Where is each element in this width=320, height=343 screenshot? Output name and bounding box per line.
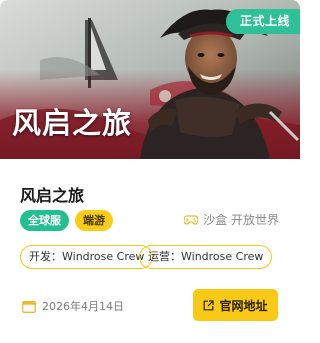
official-website-button[interactable]: 官网地址 (193, 289, 278, 321)
platform-tag: 端游 (75, 210, 113, 231)
developer-label: 开发：Windrose Crew (20, 245, 154, 269)
game-card[interactable]: 正式上线 风启之旅 风启之旅 全球服 端游 沙盒 开放世界 开发：Windros… (0, 0, 300, 343)
publisher-label: 运营：Windrose Crew (139, 245, 273, 269)
cover-image: 正式上线 风启之旅 (0, 0, 300, 159)
status-badge: 正式上线 (225, 9, 300, 34)
external-link-icon (204, 299, 215, 310)
official-website-label: 官网地址 (219, 298, 268, 313)
calendar-icon (22, 300, 36, 313)
server-tag: 全球服 (20, 210, 69, 231)
release-date-text: 2026年4月14日 (42, 300, 124, 313)
genre-text: 沙盒 开放世界 (203, 213, 279, 227)
cover-title: 风启之旅 (12, 106, 133, 140)
genre-label: 沙盒 开放世界 (184, 211, 279, 228)
release-date: 2026年4月14日 (22, 298, 124, 314)
game-title[interactable]: 风启之旅 (20, 182, 84, 206)
gamepad-icon (184, 214, 199, 225)
